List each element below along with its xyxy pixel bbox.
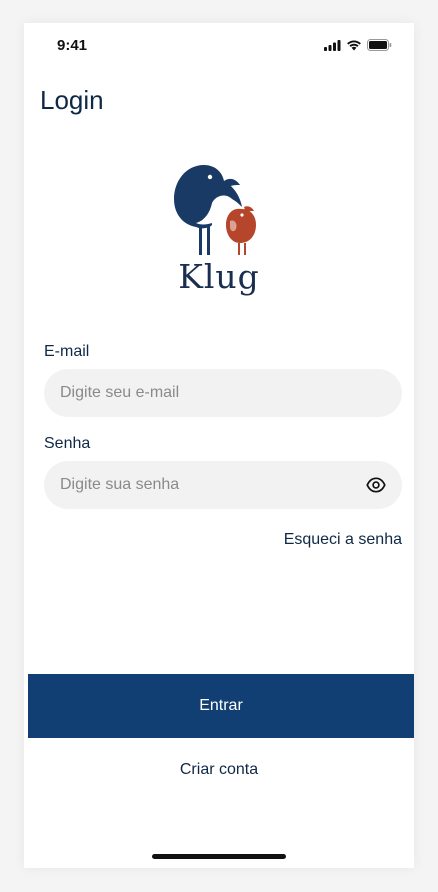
forgot-password-link[interactable]: Esqueci a senha xyxy=(284,531,402,549)
password-label: Senha xyxy=(44,435,91,452)
password-field[interactable] xyxy=(44,460,342,510)
email-field-container xyxy=(44,368,402,418)
login-button[interactable]: Entrar xyxy=(28,674,414,738)
email-label: E-mail xyxy=(44,343,90,360)
eye-icon[interactable] xyxy=(366,475,386,495)
wifi-icon xyxy=(347,40,361,51)
status-bar: 9:41 xyxy=(24,23,414,69)
battery-icon xyxy=(367,39,392,51)
password-field-container xyxy=(44,460,402,510)
home-indicator xyxy=(152,854,286,859)
klug-logo-icon xyxy=(174,165,256,255)
status-time: 9:41 xyxy=(57,37,88,54)
brand-name: Klug xyxy=(178,257,260,296)
signal-icon xyxy=(324,39,341,51)
phone-screen: 9:41 Login Klug E-mail Digite seu e-mail… xyxy=(24,23,414,868)
create-account-button[interactable]: Criar conta xyxy=(24,760,414,780)
email-field[interactable] xyxy=(44,368,342,418)
status-icons xyxy=(324,39,392,51)
page-title: Login xyxy=(40,85,104,115)
